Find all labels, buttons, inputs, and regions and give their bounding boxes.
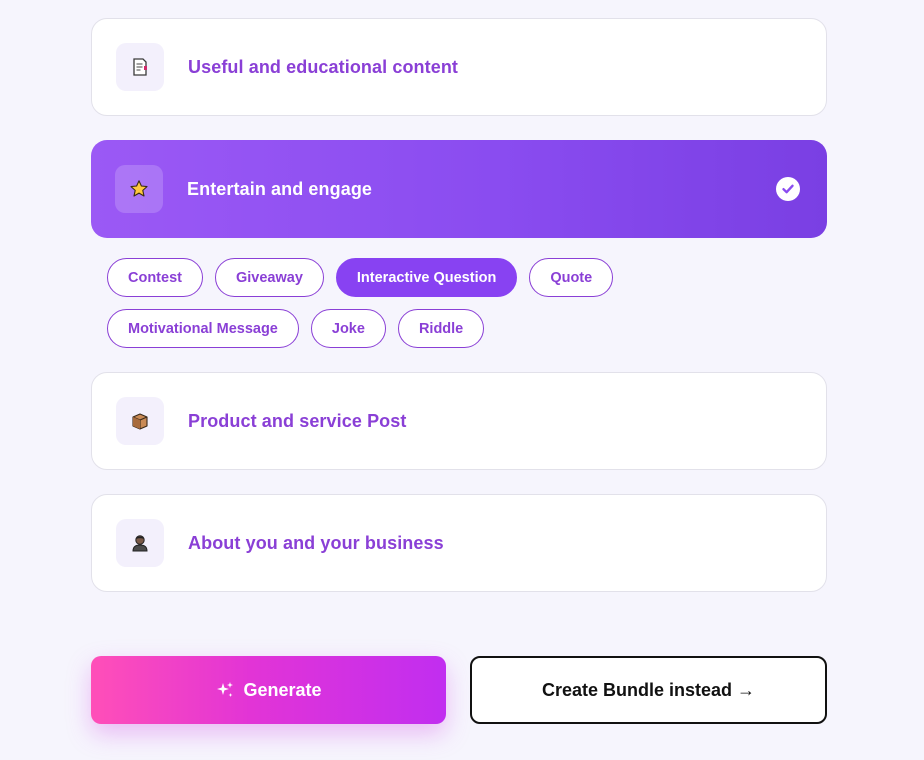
generate-button-label: Generate	[243, 679, 322, 700]
create-bundle-label: Create Bundle instead →	[541, 679, 756, 700]
category-card-about[interactable]: About you and your business	[91, 494, 827, 592]
sparkles-icon	[215, 680, 235, 700]
chip-contest[interactable]: Contest	[107, 258, 203, 297]
chip-interactive-question[interactable]: Interactive Question	[335, 258, 518, 297]
category-card-product[interactable]: Product and service Post	[91, 372, 827, 470]
chip-motivational-message[interactable]: Motivational Message	[107, 309, 299, 348]
subtype-chips-row-1: Contest Giveaway Interactive Question Qu…	[107, 258, 614, 297]
package-icon	[116, 397, 164, 445]
create-bundle-button[interactable]: Create Bundle instead →	[470, 656, 827, 724]
generate-button[interactable]: Generate	[91, 656, 446, 724]
person-icon	[116, 519, 164, 567]
checkmark-icon	[776, 177, 800, 201]
category-card-entertain[interactable]: Entertain and engage	[91, 140, 827, 238]
chip-riddle[interactable]: Riddle	[397, 309, 485, 348]
subtype-chips-row-2: Motivational Message Joke Riddle	[107, 309, 485, 348]
category-label: About you and your business	[188, 532, 444, 553]
category-card-educational[interactable]: Useful and educational content	[91, 18, 827, 116]
chip-giveaway[interactable]: Giveaway	[214, 258, 324, 297]
category-label: Entertain and engage	[187, 178, 373, 199]
chip-joke[interactable]: Joke	[310, 309, 386, 348]
chip-quote[interactable]: Quote	[529, 258, 614, 297]
document-icon	[116, 43, 164, 91]
category-label: Product and service Post	[188, 410, 407, 431]
star-icon	[115, 165, 163, 213]
category-label: Useful and educational content	[188, 56, 459, 77]
